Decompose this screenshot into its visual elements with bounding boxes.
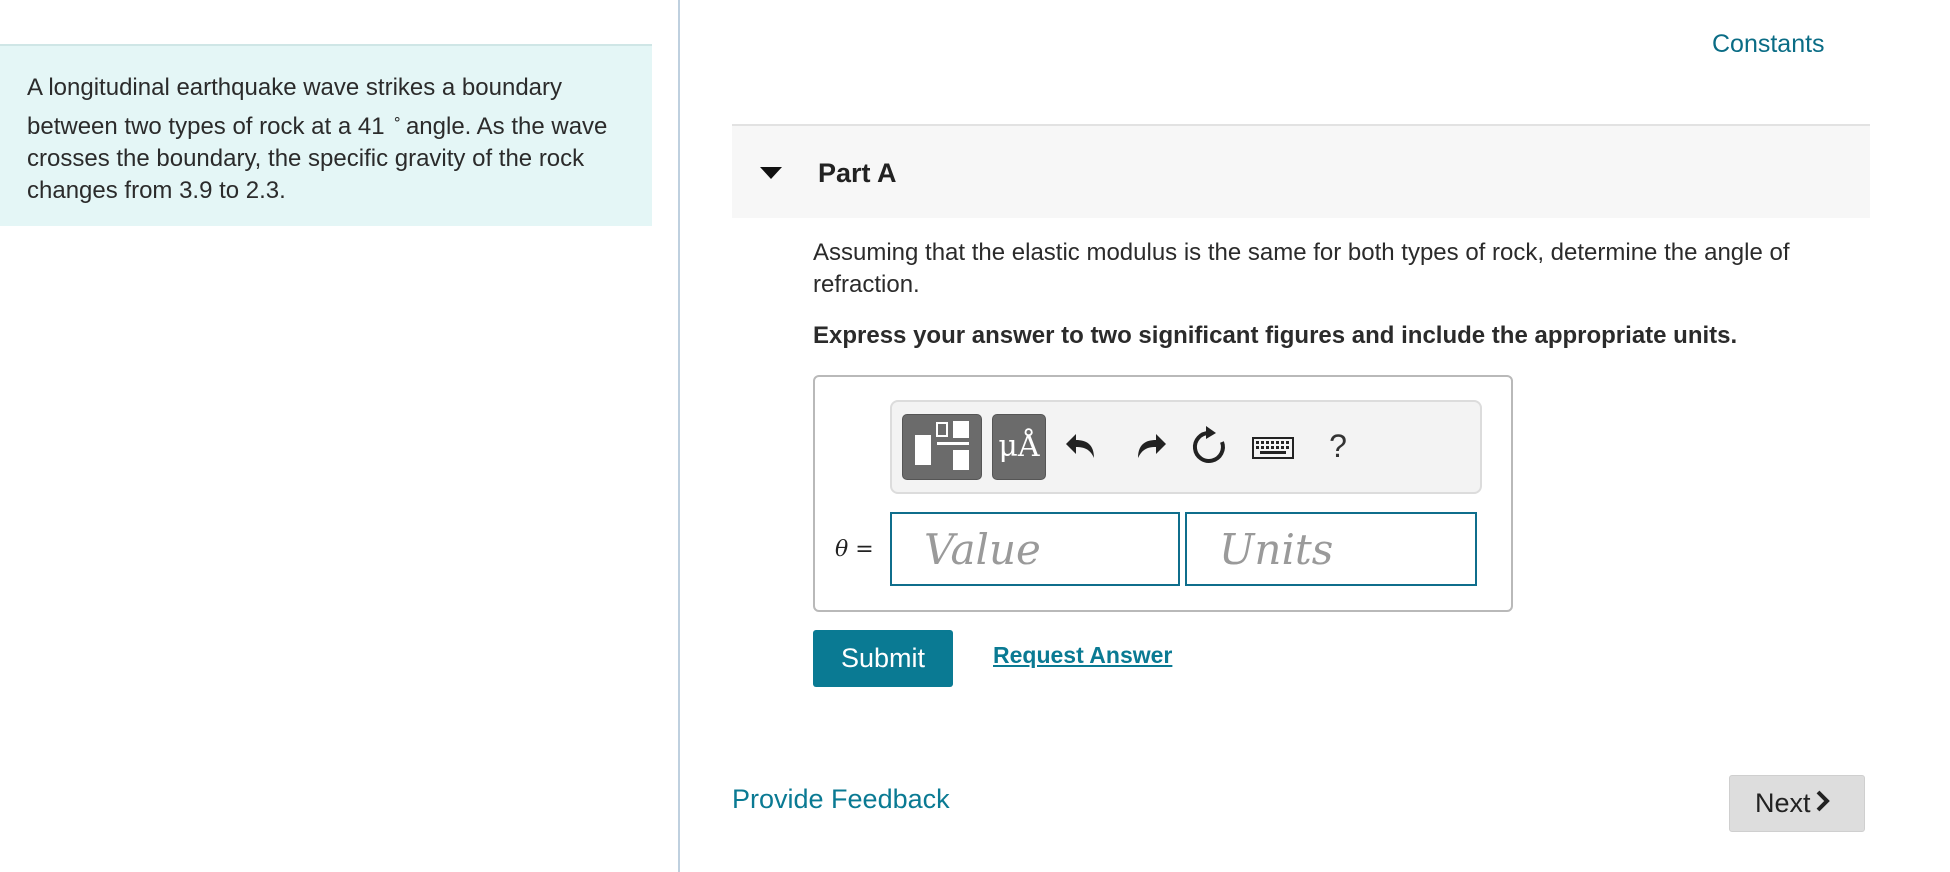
keyboard-icon[interactable] — [1246, 414, 1300, 480]
help-label: ? — [1329, 428, 1347, 464]
symbols-label: μÅ — [998, 429, 1040, 464]
units-input[interactable] — [1185, 512, 1477, 586]
pane-divider — [678, 0, 680, 872]
answer-box: μÅ ? θ = Value Units — [813, 375, 1513, 612]
answer-instruction: Express your answer to two significant f… — [813, 322, 1738, 349]
part-a-header[interactable]: Part A — [732, 124, 1870, 218]
equals-sign: = — [855, 537, 874, 562]
submit-button[interactable]: Submit — [813, 630, 953, 687]
help-button[interactable]: ? — [1318, 414, 1358, 480]
symbols-button[interactable]: μÅ — [992, 414, 1046, 480]
request-answer-link[interactable]: Request Answer — [993, 642, 1172, 669]
question-text: Assuming that the elastic modulus is the… — [813, 239, 1790, 298]
problem-statement: A longitudinal earthquake wave strikes a… — [0, 44, 652, 226]
problem-pane: A longitudinal earthquake wave strikes a… — [0, 0, 680, 872]
next-label: Next — [1755, 788, 1811, 818]
provide-feedback-link[interactable]: Provide Feedback — [732, 784, 950, 815]
next-button[interactable]: Next — [1729, 775, 1865, 832]
collapse-caret-icon[interactable] — [760, 167, 782, 179]
redo-icon[interactable] — [1122, 414, 1172, 480]
theta-symbol: θ — [835, 537, 849, 562]
part-title: Part A — [818, 158, 897, 188]
math-toolbar: μÅ ? — [890, 400, 1482, 494]
value-input[interactable] — [890, 512, 1180, 586]
answer-variable-label: θ = — [835, 537, 874, 562]
reset-icon[interactable] — [1184, 414, 1234, 480]
degree-symbol: ∘ — [392, 111, 402, 128]
constants-link[interactable]: Constants — [1712, 30, 1825, 59]
chevron-right-icon — [1815, 777, 1831, 832]
fraction-template-icon[interactable] — [902, 414, 982, 480]
undo-icon[interactable] — [1060, 414, 1110, 480]
